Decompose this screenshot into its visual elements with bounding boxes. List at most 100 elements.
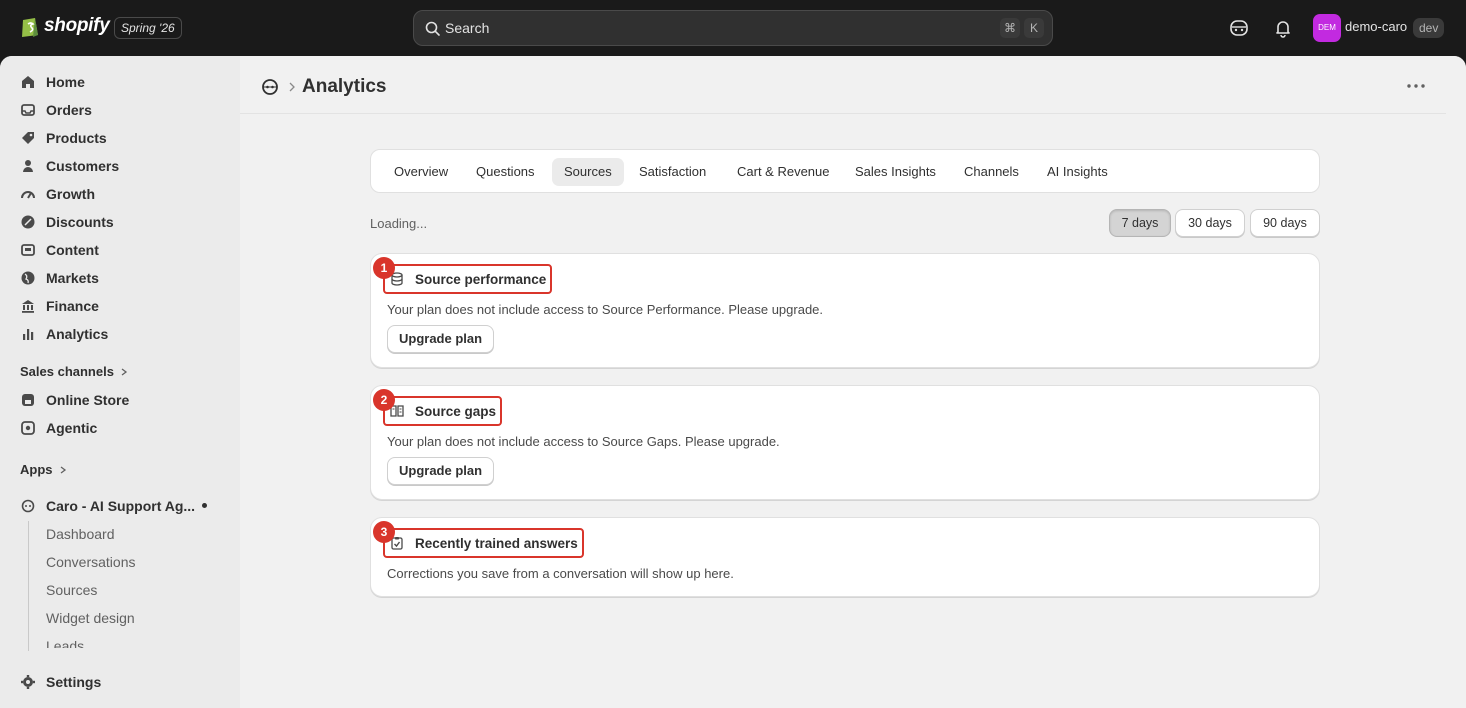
annotation-number-badge: 3 — [373, 521, 395, 543]
content-icon — [21, 244, 35, 256]
gear-icon — [21, 675, 35, 689]
apps-header[interactable]: Apps — [20, 462, 67, 477]
sidebar-item-finance[interactable]: Finance — [10, 292, 230, 320]
orders-icon — [21, 104, 35, 116]
app-pin-dot — [202, 503, 207, 508]
range-90-days-button[interactable]: 90 days — [1250, 209, 1320, 237]
caro-app-icon[interactable] — [260, 77, 280, 97]
sidebar-item-customers[interactable]: Customers — [10, 152, 230, 180]
annotation-number-badge: 2 — [373, 389, 395, 411]
tab-questions[interactable]: Questions — [464, 158, 547, 186]
tab-sources[interactable]: Sources — [552, 158, 624, 186]
subnav-sources[interactable]: Sources — [46, 582, 97, 598]
card-title-text: Source performance — [415, 271, 547, 287]
sidekick-icon[interactable] — [1228, 17, 1250, 39]
subnav-leads[interactable]: Leads — [46, 638, 84, 648]
sidebar-item-content[interactable]: Content — [10, 236, 230, 264]
chevron-right-icon — [121, 367, 128, 376]
sidebar-item-settings[interactable]: Settings — [10, 668, 230, 696]
sidebar-item-label: Analytics — [46, 326, 109, 342]
card-description: Corrections you save from a conversation… — [387, 566, 734, 581]
person-icon — [23, 160, 33, 172]
analytics-tabs: Overview Questions Sources Satisfaction … — [370, 149, 1320, 193]
tab-cart-revenue[interactable]: Cart & Revenue — [725, 158, 842, 186]
shopify-wordmark: shopify — [44, 15, 110, 36]
card-title: Recently trained answers — [383, 528, 584, 558]
sales-channels-label: Sales channels — [20, 364, 114, 379]
sidebar-item-label: Orders — [46, 102, 92, 118]
subnav-conversations[interactable]: Conversations — [46, 554, 136, 570]
sidebar-item-orders[interactable]: Orders — [10, 96, 230, 124]
shortcut-cmd-key: ⌘ — [1000, 18, 1020, 38]
card-title-text: Source gaps — [415, 403, 497, 419]
range-30-days-button[interactable]: 30 days — [1175, 209, 1245, 237]
edition-badge: Spring '26 — [114, 17, 182, 39]
upgrade-plan-button[interactable]: Upgrade plan — [387, 457, 495, 485]
more-actions-icon[interactable] — [1404, 78, 1428, 94]
apps-label: Apps — [20, 462, 53, 477]
sidebar-item-label: Finance — [46, 298, 99, 314]
upgrade-plan-button[interactable]: Upgrade plan — [387, 325, 495, 353]
store-avatar[interactable]: DEM — [1313, 14, 1341, 42]
main-content: Analytics Overview Questions Sources Sat… — [240, 56, 1466, 708]
sidebar-item-label: Online Store — [46, 392, 130, 408]
notification-bell-icon[interactable] — [1272, 17, 1294, 39]
source-gaps-card: Source gaps 2 Your plan does not include… — [370, 385, 1320, 500]
store-icon — [22, 394, 34, 406]
tab-sales-insights[interactable]: Sales Insights — [843, 158, 948, 186]
search-bar[interactable]: Search ⌘ K — [413, 10, 1053, 46]
sidebar-item-label: Agentic — [46, 420, 98, 436]
breadcrumb: Analytics — [260, 76, 386, 98]
sidebar-item-label: Markets — [46, 270, 99, 286]
header-divider — [240, 113, 1446, 114]
bar-chart-icon — [23, 329, 34, 340]
sidebar: Home Orders Products Customers Growth Di… — [0, 56, 240, 708]
tab-channels[interactable]: Channels — [952, 158, 1031, 186]
sidebar-item-agentic[interactable]: Agentic — [10, 414, 230, 442]
tab-overview[interactable]: Overview — [382, 158, 460, 186]
bank-icon — [22, 300, 34, 313]
tag-icon — [22, 132, 34, 144]
card-description: Your plan does not include access to Sou… — [387, 302, 824, 317]
sidebar-item-label: Products — [46, 130, 107, 146]
sidebar-item-products[interactable]: Products — [10, 124, 230, 152]
card-description: Your plan does not include access to Sou… — [387, 434, 780, 449]
loading-text: Loading... — [370, 216, 428, 231]
search-placeholder: Search — [445, 20, 490, 36]
chevron-right-icon — [289, 82, 295, 92]
sidebar-item-label: Discounts — [46, 214, 114, 230]
tab-ai-insights[interactable]: AI Insights — [1035, 158, 1120, 186]
sidebar-item-label: Caro - AI Support Ag... — [46, 498, 196, 514]
sidebar-item-label: Growth — [46, 186, 95, 202]
sidebar-item-online-store[interactable]: Online Store — [10, 386, 230, 414]
subnav-dashboard[interactable]: Dashboard — [46, 526, 115, 542]
globe-icon — [21, 271, 35, 285]
range-7-days-button[interactable]: 7 days — [1109, 209, 1171, 237]
sidebar-item-discounts[interactable]: Discounts — [10, 208, 230, 236]
env-badge: dev — [1413, 18, 1445, 38]
agentic-icon — [21, 421, 35, 435]
gauge-icon — [21, 191, 35, 199]
home-icon — [22, 76, 34, 88]
annotation-number-badge: 1 — [373, 257, 395, 279]
search-icon — [425, 21, 440, 36]
source-performance-card: Source performance 1 Your plan does not … — [370, 253, 1320, 368]
card-title-text: Recently trained answers — [415, 535, 578, 551]
top-bar: shopify Spring '26 Search ⌘ K DEM demo-c… — [0, 0, 1466, 56]
sidebar-item-home[interactable]: Home — [10, 68, 230, 96]
discount-icon — [21, 215, 35, 229]
recently-trained-answers-card: Recently trained answers 3 Corrections y… — [370, 517, 1320, 597]
sidebar-item-growth[interactable]: Growth — [10, 180, 230, 208]
store-name[interactable]: demo-caro — [1345, 19, 1407, 34]
sidebar-item-caro-app[interactable]: Caro - AI Support Ag... — [10, 492, 230, 520]
subnav-widget-design[interactable]: Widget design — [46, 610, 135, 626]
card-title: Source gaps — [383, 396, 503, 426]
sidebar-item-analytics[interactable]: Analytics — [10, 320, 230, 348]
shopify-logo[interactable]: shopify — [20, 14, 110, 38]
sidebar-item-markets[interactable]: Markets — [10, 264, 230, 292]
sales-channels-header[interactable]: Sales channels — [20, 364, 128, 379]
submenu-guide-line — [28, 521, 29, 651]
tab-satisfaction[interactable]: Satisfaction — [627, 158, 718, 186]
sidebar-item-label: Customers — [46, 158, 120, 174]
shopify-bag-icon — [22, 18, 38, 37]
